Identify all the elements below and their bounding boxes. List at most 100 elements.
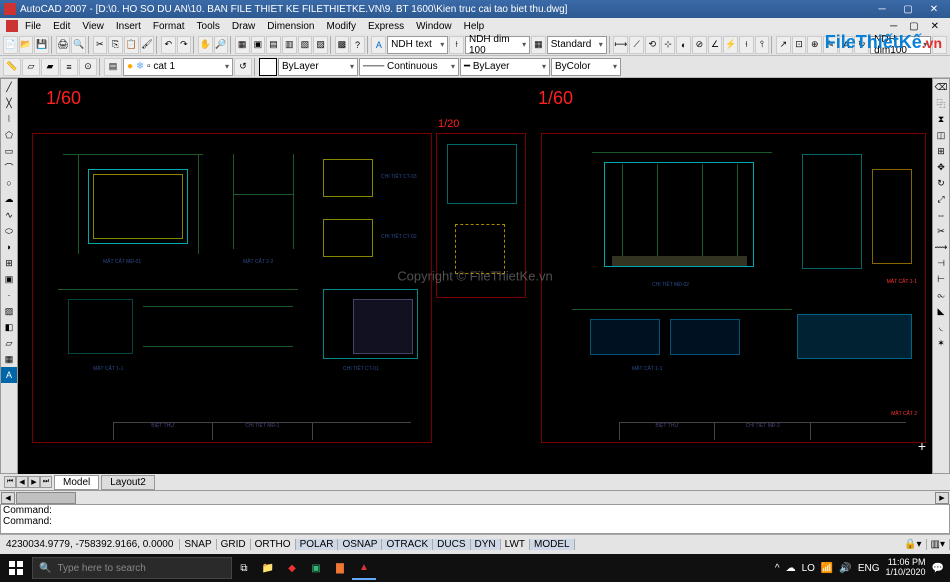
toggle-ducs[interactable]: DUCS xyxy=(433,539,470,550)
layer-combo[interactable]: ● ❄ ▫ cat 1 xyxy=(123,58,233,76)
join-tool[interactable]: ⧜ xyxy=(933,287,949,303)
cut-button[interactable]: ✂ xyxy=(93,36,108,54)
menu-tools[interactable]: Tools xyxy=(192,20,225,33)
taskbar-search[interactable]: 🔍 Type here to search xyxy=(32,557,232,579)
sheet-set-button[interactable]: ▥ xyxy=(282,36,297,54)
tab-layout2[interactable]: Layout2 xyxy=(101,475,155,490)
mirror-tool[interactable]: ⧗ xyxy=(933,111,949,127)
cmd-prompt[interactable]: Command: xyxy=(3,516,947,527)
point-tool[interactable]: · xyxy=(1,287,17,303)
dim-style-combo[interactable]: NDH dim 100 xyxy=(465,36,530,54)
region-button[interactable]: ▰ xyxy=(41,58,59,76)
copy-button[interactable]: ⎘ xyxy=(108,36,123,54)
menu-edit[interactable]: Edit xyxy=(48,20,75,33)
tray-clock[interactable]: 11:06 PM 1/10/2020 xyxy=(886,558,926,578)
ellipse-tool[interactable]: ⬭ xyxy=(1,223,17,239)
break-tool[interactable]: ⊢ xyxy=(933,271,949,287)
erase-tool[interactable]: ⌫ xyxy=(933,79,949,95)
task-acrobat[interactable]: ◆ xyxy=(280,556,304,580)
menu-format[interactable]: Format xyxy=(148,20,190,33)
text-style-combo[interactable]: NDH text xyxy=(387,36,448,54)
layer-props-button[interactable]: ▤ xyxy=(104,58,122,76)
rotate-tool[interactable]: ↻ xyxy=(933,175,949,191)
mdi-restore[interactable]: ▢ xyxy=(904,20,923,33)
markup-button[interactable]: ▧ xyxy=(298,36,313,54)
toggle-grid[interactable]: GRID xyxy=(217,539,251,550)
tab-prev[interactable]: ◀ xyxy=(16,476,28,488)
drawing-canvas[interactable]: Copyright © FileThietKe.vn 1/60 1/20 1/6… xyxy=(18,78,932,474)
pline-tool[interactable]: ⦚ xyxy=(1,111,17,127)
maximize-button[interactable]: ▢ xyxy=(896,2,920,16)
close-button[interactable]: ✕ xyxy=(922,2,946,16)
tool-palettes-button[interactable]: ▤ xyxy=(266,36,281,54)
zoom-button[interactable]: 🔎 xyxy=(214,36,229,54)
offset-tool[interactable]: ◫ xyxy=(933,127,949,143)
tab-first[interactable]: ⏮ xyxy=(4,476,16,488)
menu-insert[interactable]: Insert xyxy=(111,20,146,33)
match-prop-button[interactable]: 🖌 xyxy=(140,36,155,54)
extend-tool[interactable]: ⟿ xyxy=(933,239,949,255)
leader-button[interactable]: ↗ xyxy=(776,36,791,54)
mdi-minimize[interactable]: ─ xyxy=(885,20,902,33)
status-tray-icon[interactable]: ▥▾ xyxy=(927,539,950,550)
block-editor-button[interactable]: ▩ xyxy=(335,36,350,54)
revcloud-tool[interactable]: ☁ xyxy=(1,191,17,207)
task-autocad[interactable]: ▲ xyxy=(352,556,376,580)
area-button[interactable]: ▱ xyxy=(22,58,40,76)
toggle-model[interactable]: MODEL xyxy=(530,539,575,550)
color-swatch[interactable] xyxy=(259,58,277,76)
color-combo[interactable]: ByLayer xyxy=(278,58,358,76)
center-mark-button[interactable]: ⊕ xyxy=(807,36,822,54)
dim-quick-button[interactable]: ⚡ xyxy=(723,36,738,54)
properties-button[interactable]: ▦ xyxy=(235,36,250,54)
dim-aligned-button[interactable]: ⟋ xyxy=(629,36,644,54)
dim-diameter-button[interactable]: ⊘ xyxy=(692,36,707,54)
insert-block-tool[interactable]: ⊞ xyxy=(1,255,17,271)
dimstyle-icon[interactable]: ⟊ xyxy=(449,36,464,54)
plot-preview-button[interactable]: 🔍 xyxy=(71,36,86,54)
layer-prev-button[interactable]: ↺ xyxy=(234,58,252,76)
menu-draw[interactable]: Draw xyxy=(227,20,260,33)
tray-onedrive-icon[interactable]: ☁ xyxy=(786,563,796,574)
new-button[interactable]: 📄 xyxy=(3,36,18,54)
tray-lang1[interactable]: LO xyxy=(802,563,815,574)
arc-tool[interactable]: ⌒ xyxy=(1,159,17,175)
ellipse-arc-tool[interactable]: ◗ xyxy=(1,239,17,255)
circle-tool[interactable]: ○ xyxy=(1,175,17,191)
tablestyle-icon[interactable]: ▦ xyxy=(531,36,546,54)
menu-help[interactable]: Help xyxy=(459,20,490,33)
start-button[interactable] xyxy=(0,554,32,582)
dim-baseline-button[interactable]: ⫮ xyxy=(739,36,754,54)
lineweight-combo[interactable]: ━ ByLayer xyxy=(460,58,550,76)
menu-window[interactable]: Window xyxy=(411,20,457,33)
open-button[interactable]: 📂 xyxy=(19,36,34,54)
table-style-combo[interactable]: Standard xyxy=(547,36,607,54)
tab-last[interactable]: ⏭ xyxy=(40,476,52,488)
polygon-tool[interactable]: ⬠ xyxy=(1,127,17,143)
dim-ordinate-button[interactable]: ⊹ xyxy=(661,36,676,54)
toggle-lwt[interactable]: LWT xyxy=(501,539,530,550)
break-point-tool[interactable]: ⊣ xyxy=(933,255,949,271)
redo-button[interactable]: ↷ xyxy=(177,36,192,54)
mdi-close[interactable]: ✕ xyxy=(926,20,944,33)
scale-tool[interactable]: ⤢ xyxy=(933,191,949,207)
menu-file[interactable]: File xyxy=(20,20,46,33)
menu-modify[interactable]: Modify xyxy=(322,20,361,33)
scroll-thumb[interactable] xyxy=(16,492,76,504)
pan-button[interactable]: ✋ xyxy=(198,36,213,54)
toggle-ortho[interactable]: ORTHO xyxy=(251,539,296,550)
copy-tool[interactable]: ⿻ xyxy=(933,95,949,111)
h-scrollbar[interactable]: ◀ ▶ xyxy=(0,490,950,504)
dim-continue-button[interactable]: ⫯ xyxy=(755,36,770,54)
tab-next[interactable]: ▶ xyxy=(28,476,40,488)
toggle-snap[interactable]: SNAP xyxy=(180,539,216,550)
explode-tool[interactable]: ✶ xyxy=(933,335,949,351)
print-button[interactable]: 🖨 xyxy=(56,36,71,54)
toggle-dyn[interactable]: DYN xyxy=(471,539,501,550)
rectangle-tool[interactable]: ▭ xyxy=(1,143,17,159)
tray-volume-icon[interactable]: 🔊 xyxy=(839,563,851,574)
task-explorer[interactable]: 📁 xyxy=(256,556,280,580)
task-view-button[interactable]: ⧉ xyxy=(232,556,256,580)
hatch-tool[interactable]: ▨ xyxy=(1,303,17,319)
plotstyle-combo[interactable]: ByColor xyxy=(551,58,621,76)
